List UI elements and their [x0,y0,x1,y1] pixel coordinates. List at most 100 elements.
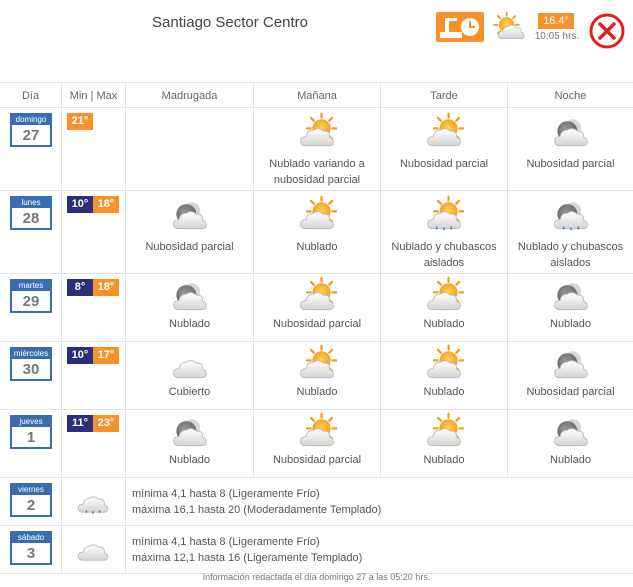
period-cell: Nublado y chubascos aislados [508,191,633,273]
minmax-cell: 11° 23° [62,410,126,477]
period-cell [126,108,254,190]
day-number: 30 [22,361,40,378]
moon-cloud-icon [553,419,588,447]
table-header: Día Min | Max Madrugada Mañana Tarde Noc… [0,82,633,108]
cloud-icon [77,544,109,561]
col-minmax: Min | Max [62,83,126,107]
table-row: domingo 27 21° Nublado variando a nubosidad… [0,108,633,191]
period-cell: Nublado [381,274,508,341]
max-temp: 18° [93,279,119,296]
period-cell: Nublado [508,410,633,477]
period-cell: Nublado [126,410,254,477]
calendar-icon: viernes 2 [10,483,52,517]
day-cell: domingo 27 [0,108,62,190]
max-temp: 17° [93,347,119,364]
sun-cloud-rain-icon [427,195,464,231]
min-range: mínima 4,1 hasta 8 (Ligeramente Frío) [132,488,320,500]
period-label: Nublado [423,454,465,466]
footer-note: Información redactada el día domingo 27 … [202,572,431,582]
day-cell: jueves 1 [0,410,62,477]
period-cell: Nublado [126,274,254,341]
period-label: Nublado [550,454,591,466]
moon-cloud-icon [172,419,207,447]
sun-cloud-icon [300,276,337,311]
close-button[interactable] [588,12,626,50]
close-icon [589,13,625,49]
calendar-icon: martes 29 [10,279,52,313]
day-name: viernes [12,485,50,495]
table-row: miércoles 30 10° 17° Cubierto Nublado Nublado N… [0,342,633,410]
calendar-icon: lunes 28 [10,196,52,230]
col-day: Día [0,83,62,107]
period-label: Nubosidad parcial [272,318,362,330]
calendar-icon: jueves 1 [10,415,52,449]
sun-cloud-icon [427,112,464,147]
day-number: 27 [22,127,40,144]
day-name: jueves [12,417,50,427]
period-cell: Nublado [381,342,508,409]
period-cell: Nublado [381,410,508,477]
period-label: Nubosidad parcial [272,454,362,466]
table-row: jueves 1 11° 23° Nublado Nubosidad parcial Nub… [0,410,633,478]
period-cell: Nublado [254,342,381,409]
sun-cloud-icon [427,344,464,379]
range-cell: mínima 4,1 hasta 8 (Ligeramente Frío) máx… [126,526,633,573]
day-name: martes [12,281,50,291]
sun-cloud-icon [300,112,337,147]
sun-cloud-icon [300,344,337,379]
period-label: Nublado [423,318,465,330]
period-label: Nublado [169,318,210,330]
period-cell: Nubosidad parcial [126,191,254,273]
period-label: Nublado y chubascos aislados [391,241,497,269]
period-label: Nublado [423,386,465,398]
moon-cloud-icon [553,351,588,379]
day-name: lunes [12,198,50,208]
forecast-header: Santiago Sector Centro 16.4° 10:05 hrs. [0,0,633,82]
moon-cloud-icon [172,202,207,230]
max-temp: 18° [93,196,119,213]
day-name: domingo [12,115,50,125]
max-temp: 21° [67,113,93,130]
max-temp: 23° [93,415,119,432]
day-name: sábado [12,533,50,543]
period-label: Nublado [296,241,338,253]
table-row: viernes 2 mínima 4,1 hasta 8 (Ligeramente … [0,478,633,526]
minmax-cell: 10° 18° [62,191,126,273]
min-range: mínima 4,1 hasta 8 (Ligeramente Frío) [132,536,320,548]
weather-station-icon[interactable] [436,12,484,42]
period-label: Nublado y chubascos aislados [517,241,624,269]
min-temp: 8° [67,279,93,296]
period-cell: Nublado [254,191,381,273]
min-temp: 11° [67,415,93,432]
minmax-cell: 10° 17° [62,342,126,409]
day-number: 1 [26,429,36,446]
minmax-cell [62,478,126,525]
period-label: Nublado [169,454,210,466]
period-label: Nublado [550,318,591,330]
day-cell: martes 29 [0,274,62,341]
period-cell: Nubosidad parcial [381,108,508,190]
period-cell: Nubosidad parcial [254,410,381,477]
minmax-cell: 8° 18° [62,274,126,341]
sun-cloud-icon [300,195,337,230]
current-time: 10:05 hrs. [534,31,580,42]
place-title: Santiago Sector Centro [152,14,308,31]
period-cell: Nubosidad parcial [254,274,381,341]
period-cell: Nubosidad parcial [508,108,633,190]
period-label: Nublado [296,386,338,398]
partly-cloudy-icon [490,10,526,46]
minmax-cell [62,526,126,573]
min-temp: 10° [67,196,93,213]
sun-cloud-icon [427,412,464,447]
period-cell: Nubosidad parcial [508,342,633,409]
moon-cloud-icon [172,283,207,311]
sun-cloud-icon [427,276,464,311]
moon-cloud-icon [553,119,588,147]
table-row: lunes 28 10° 18° Nubosidad parcial Nublado Nub… [0,191,633,274]
calendar-icon: miércoles 30 [10,347,52,381]
day-cell: lunes 28 [0,191,62,273]
period-cell: Nublado variando a nubosidad parcial [254,108,381,190]
day-number: 3 [26,545,36,562]
min-temp: 10° [67,347,93,364]
col-tarde: Tarde [381,83,508,107]
